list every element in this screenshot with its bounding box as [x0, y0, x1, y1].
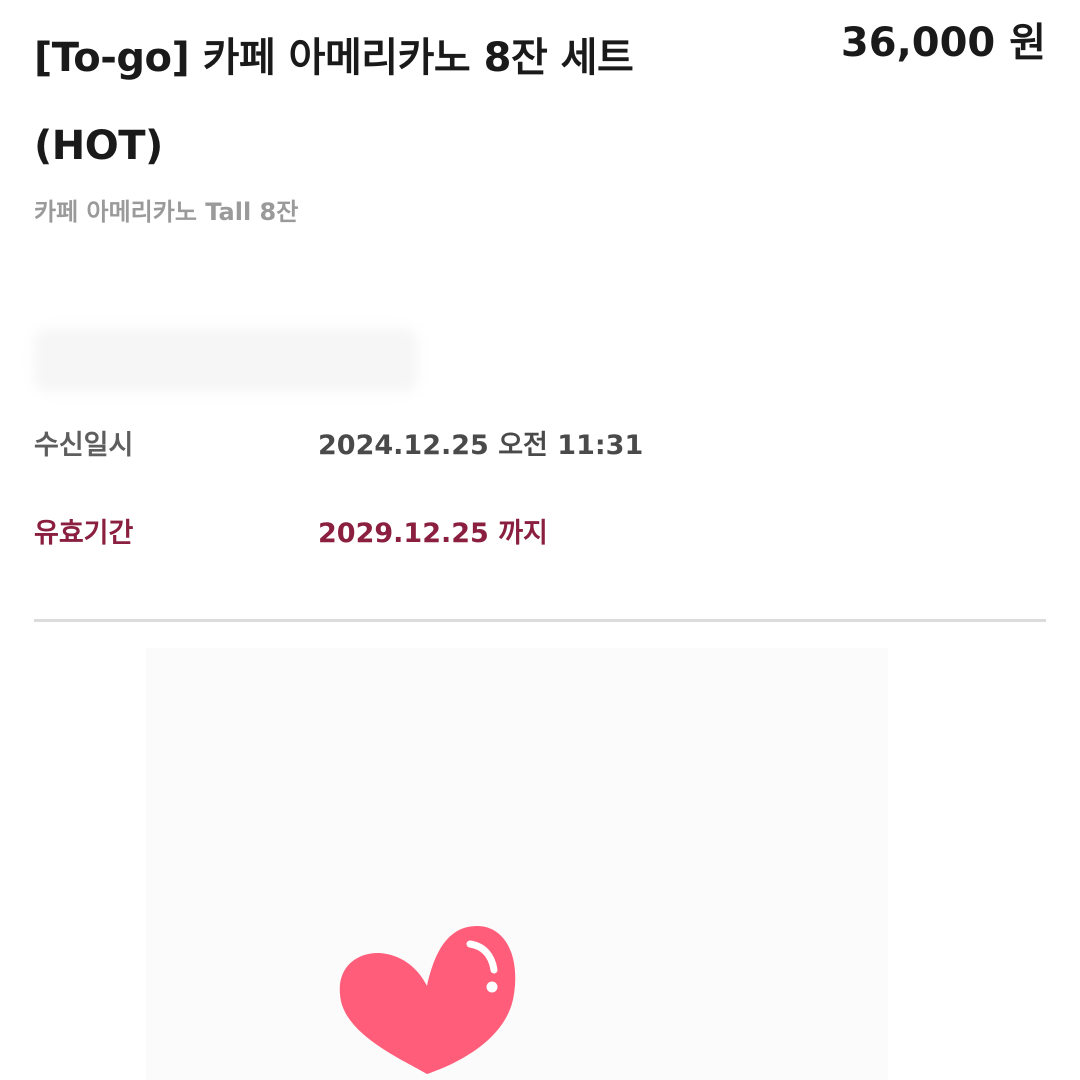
- product-price: 36,000 원: [840, 20, 1046, 66]
- received-date-value: 2024.12.25 오전 11:31: [318, 430, 644, 461]
- received-date-label: 수신일시: [34, 430, 134, 461]
- validity-value: 2029.12.25 까지: [318, 518, 548, 549]
- received-date-row: 수신일시 2024.12.25 오전 11:31: [34, 426, 1046, 466]
- heart-icon: [339, 926, 516, 1074]
- gift-detail-page: [To-go] 카페 아메리카노 8잔 세트(HOT) 36,000 원 카페 …: [0, 0, 1080, 1080]
- product-title: [To-go] 카페 아메리카노 8잔 세트(HOT): [34, 35, 634, 169]
- validity-label: 유효기간: [34, 518, 134, 549]
- product-subtitle: 카페 아메리카노 Tall 8잔: [34, 198, 299, 226]
- section-divider: [34, 619, 1046, 622]
- blurred-redacted-area: [34, 328, 418, 392]
- validity-row: 유효기간 2029.12.25 까지: [34, 514, 1046, 554]
